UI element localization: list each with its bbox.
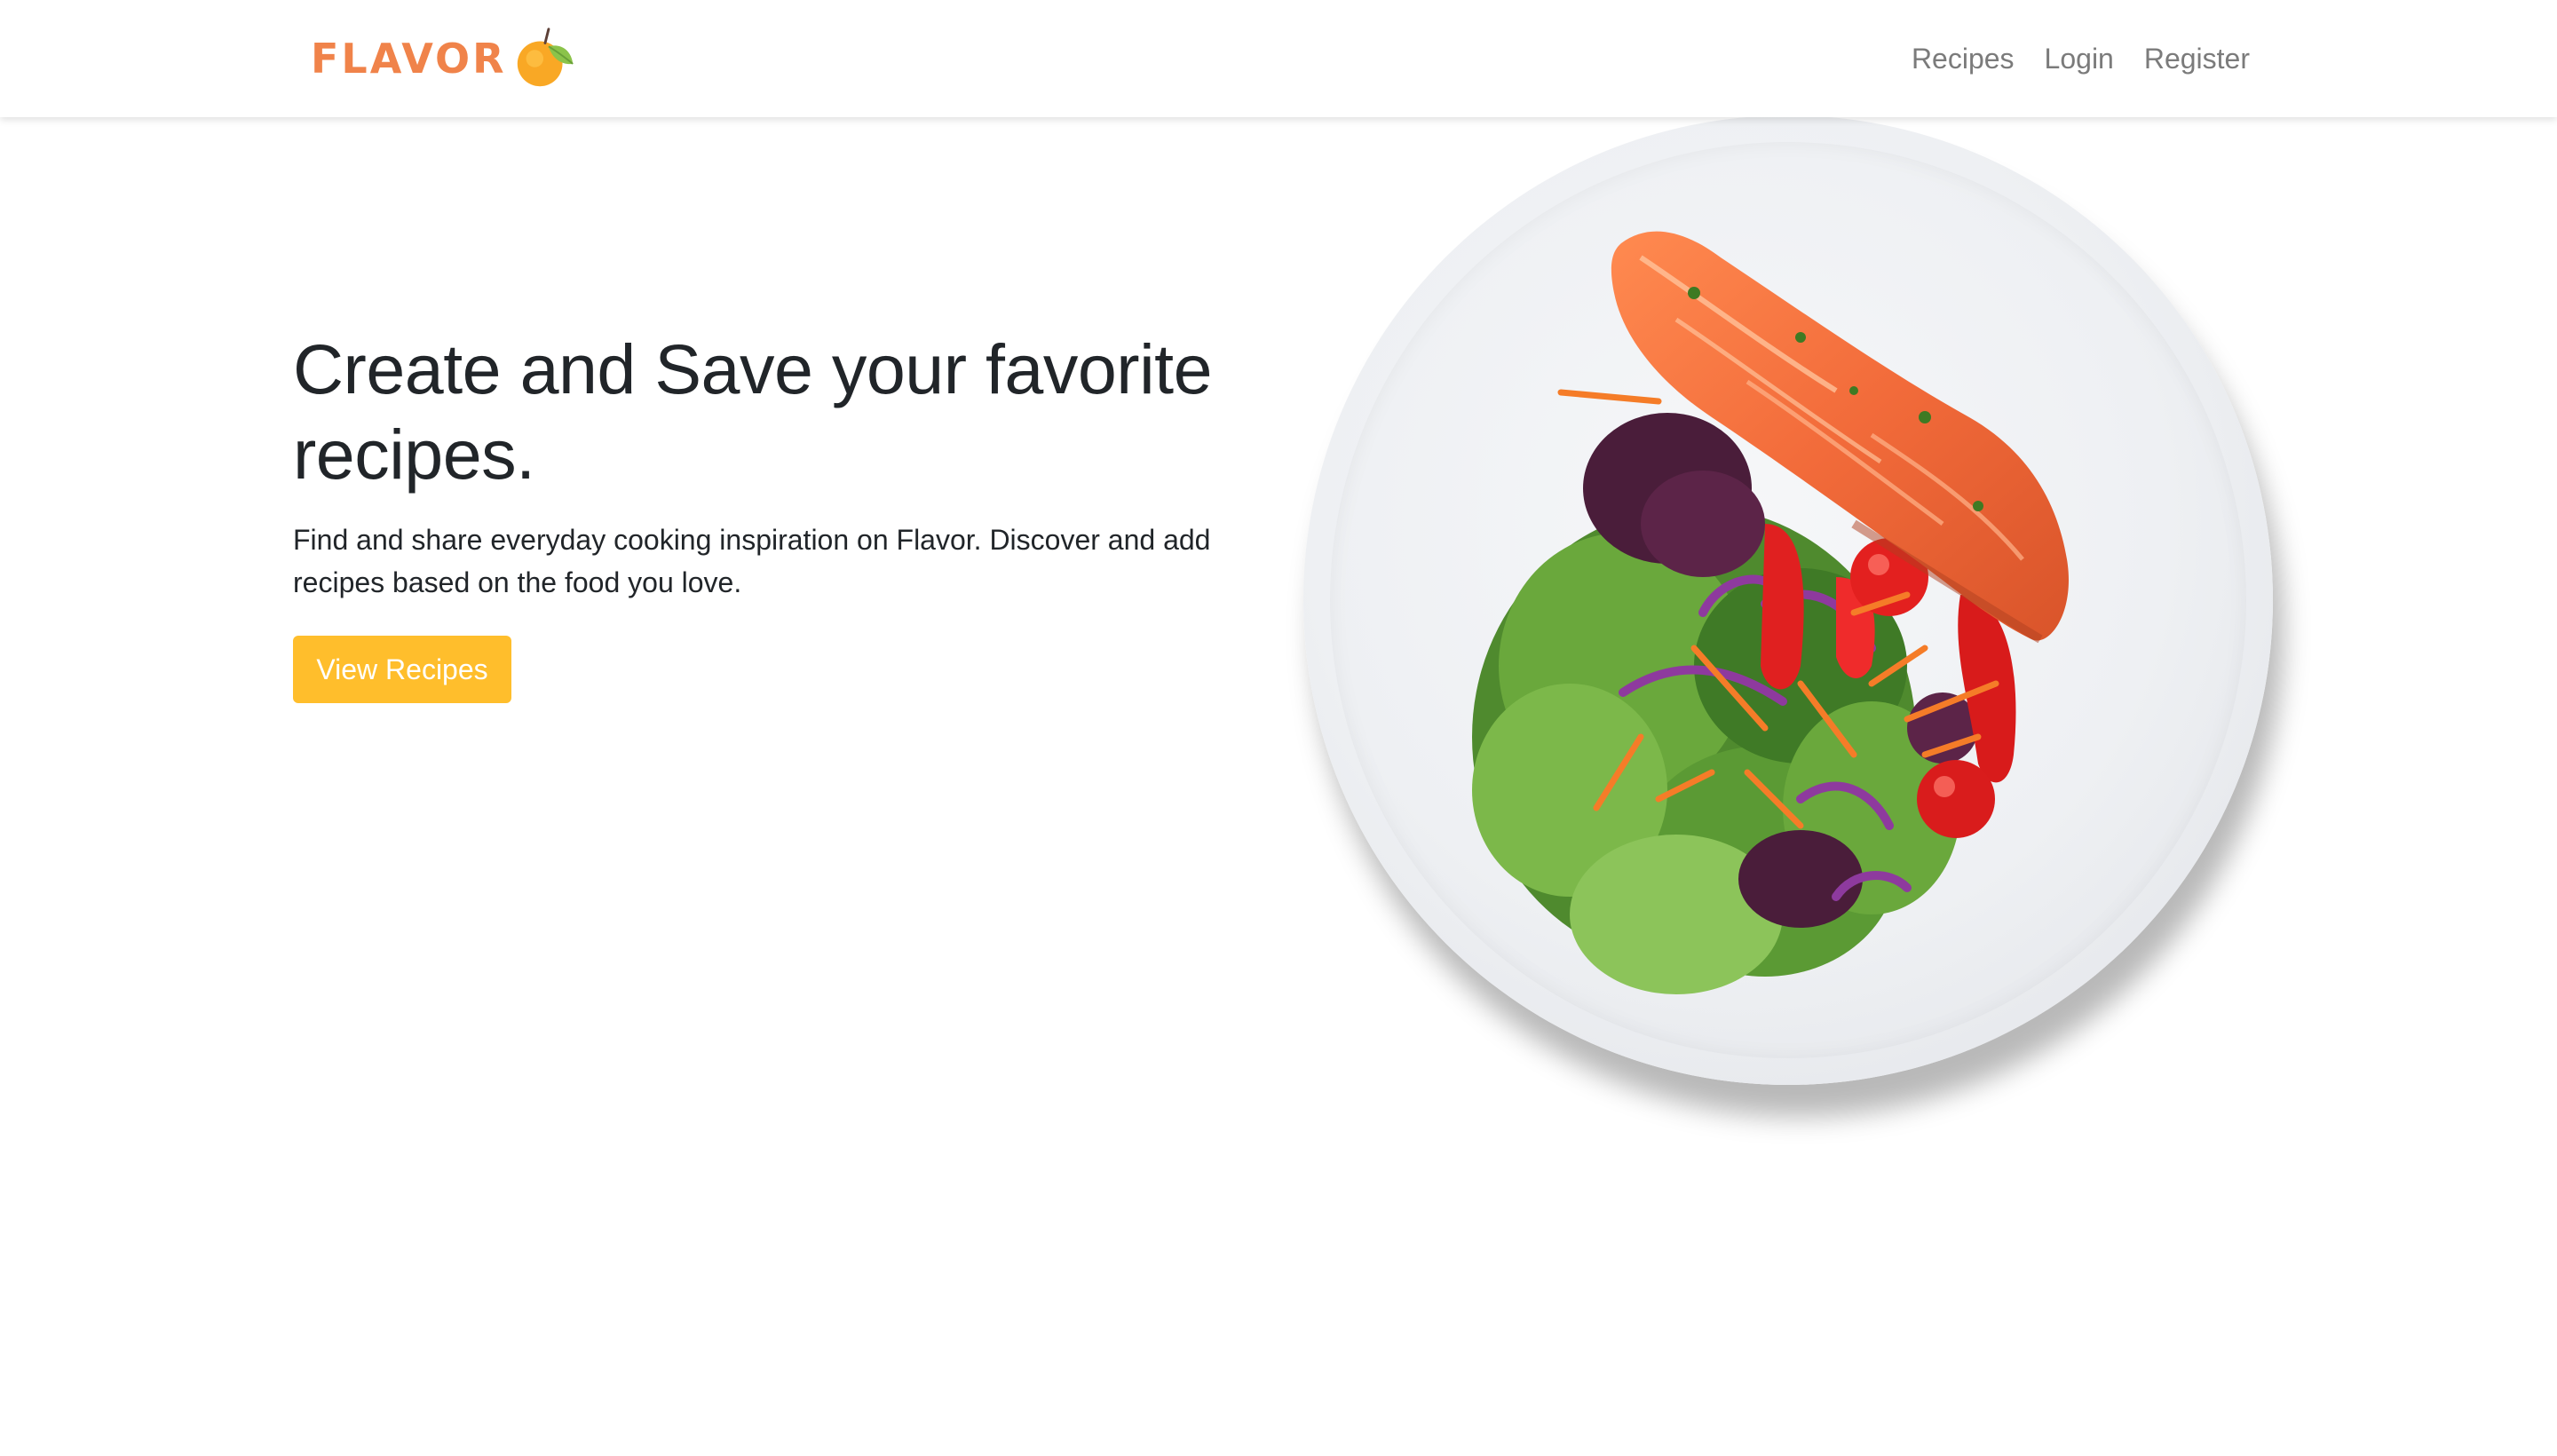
nav-links: Recipes Login Register [1912, 30, 2250, 87]
salmon-salad-plate-image [1303, 115, 2280, 1110]
hero-title: Create and Save your favorite recipes. [293, 329, 1213, 494]
hero-lead: Find and share everyday cooking inspirat… [293, 524, 1211, 598]
orange-fruit-icon [517, 28, 574, 87]
top-navbar: FLAVOR Recipes Login Register [0, 0, 2557, 117]
hero-section: Create and Save your favorite recipes. F… [293, 327, 1278, 703]
view-recipes-button[interactable]: View Recipes [293, 636, 511, 703]
salmon-salad-illustration [1472, 231, 2069, 994]
brand-logo-link[interactable]: FLAVOR [311, 21, 580, 96]
nav-link-recipes[interactable]: Recipes [1912, 43, 2015, 75]
nav-link-login[interactable]: Login [2045, 43, 2114, 75]
nav-link-register[interactable]: Register [2144, 43, 2250, 75]
brand-name: FLAVOR [311, 35, 507, 83]
